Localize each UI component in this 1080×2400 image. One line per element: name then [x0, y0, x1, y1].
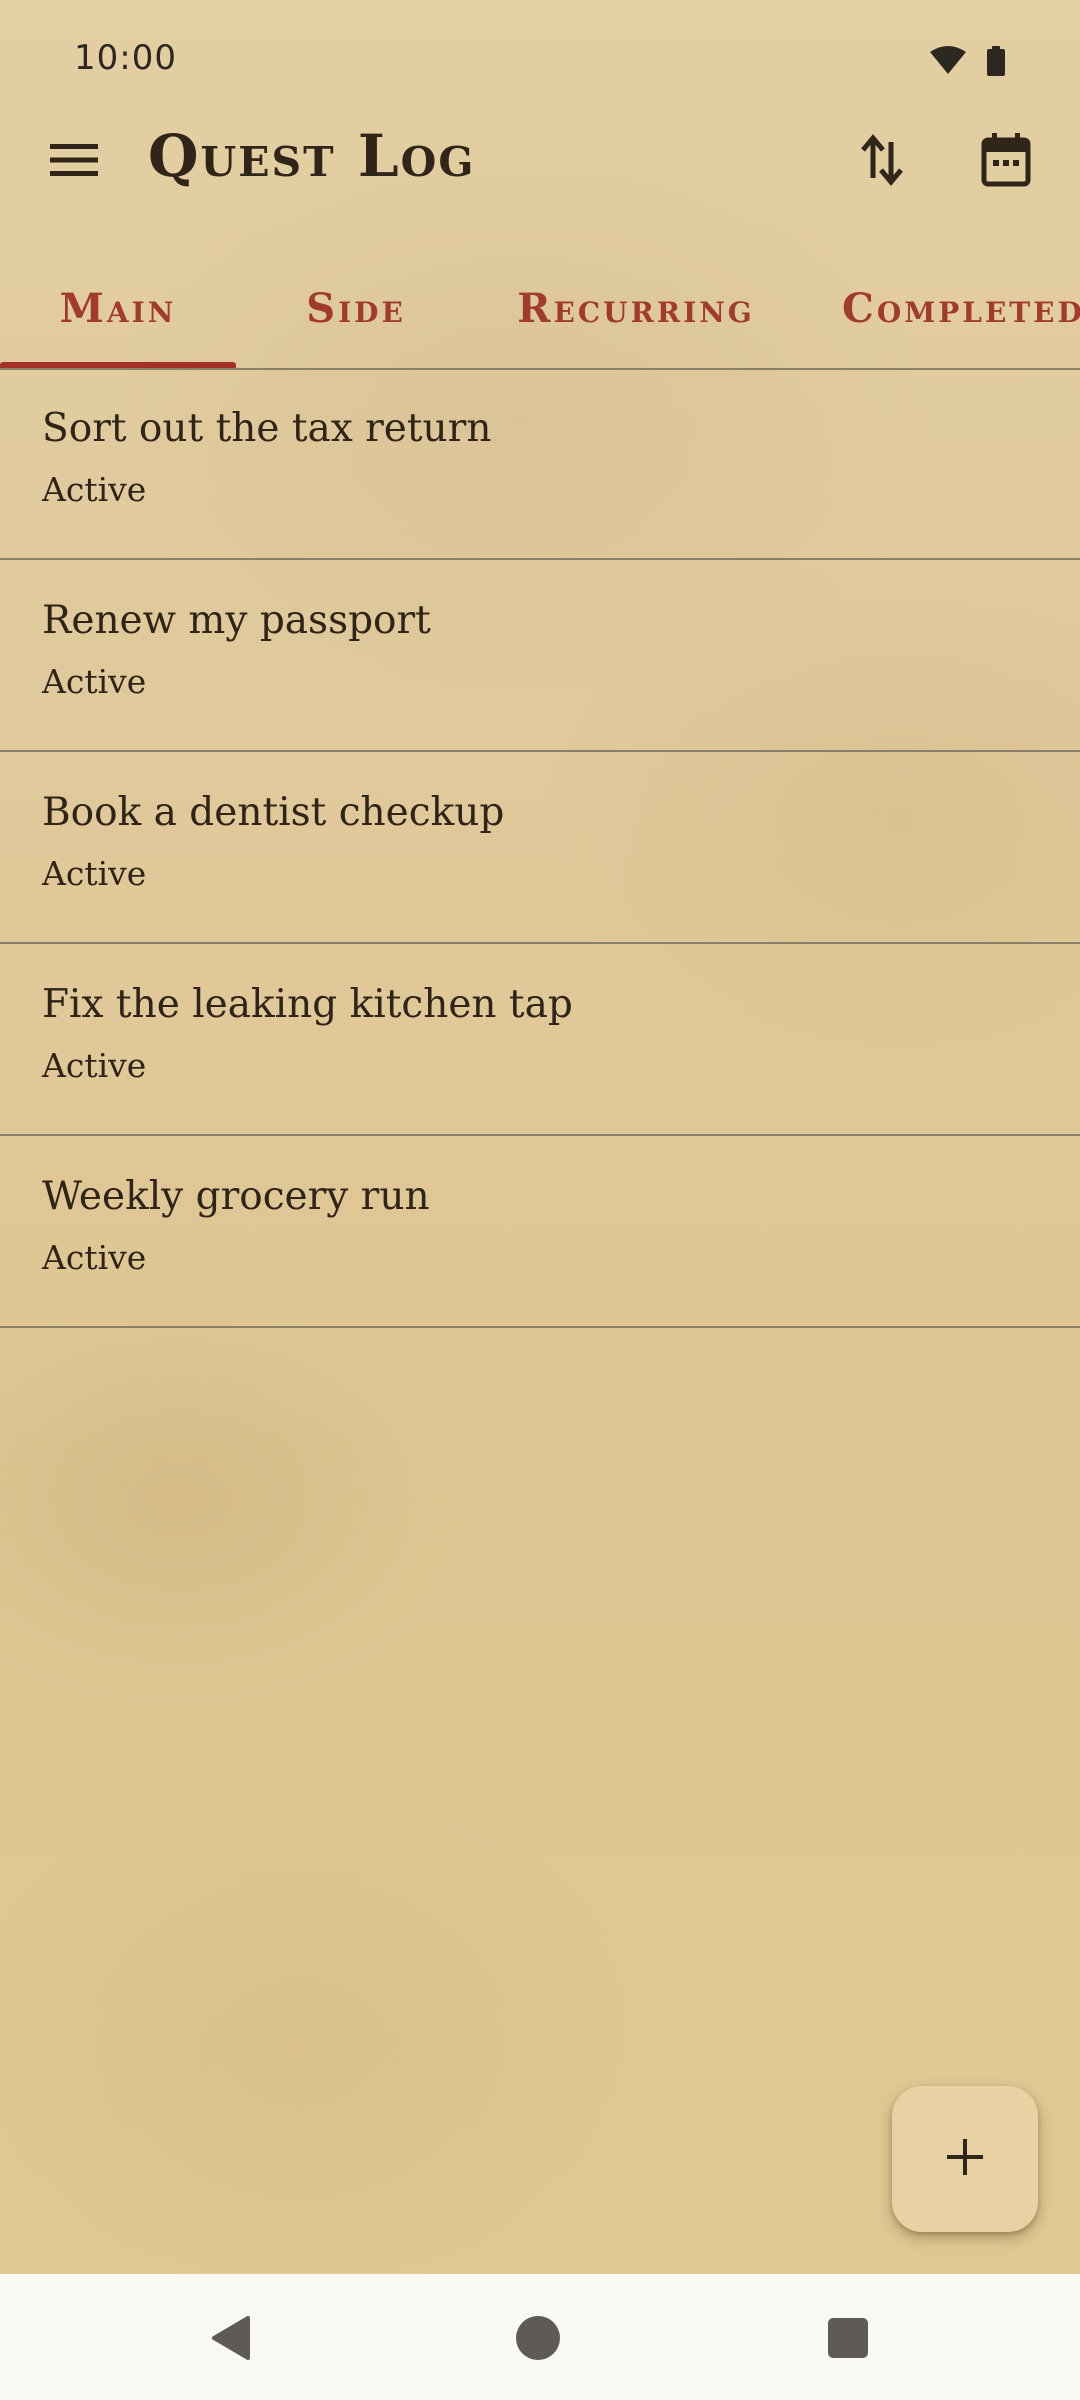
recents-icon [827, 2317, 869, 2363]
tab-bar: Main Side Recurring Completed [0, 250, 1080, 370]
wifi-icon [928, 46, 968, 80]
quest-status: Active [42, 662, 147, 701]
quest-title: Sort out the tax return [42, 406, 492, 451]
quest-status: Active [42, 470, 147, 509]
tab-recurring[interactable]: Recurring [476, 250, 796, 366]
quest-title: Renew my passport [42, 598, 431, 643]
menu-icon [48, 142, 100, 182]
status-icons [928, 46, 1006, 80]
home-icon [515, 2315, 561, 2365]
list-item[interactable]: Sort out the tax return Active [0, 368, 1080, 560]
tab-main[interactable]: Main [0, 250, 236, 366]
quest-title: Fix the leaking kitchen tap [42, 982, 573, 1027]
nav-back-button[interactable] [202, 2312, 258, 2368]
sort-icon [857, 132, 907, 192]
list-item[interactable]: Fix the leaking kitchen tap Active [0, 944, 1080, 1136]
plus-icon [945, 2137, 985, 2181]
system-nav-bar [0, 2274, 1080, 2400]
quest-list: Sort out the tax return Active Renew my … [0, 368, 1080, 1328]
list-item[interactable]: Book a dentist checkup Active [0, 752, 1080, 944]
page-title: Quest Log [148, 122, 476, 190]
nav-recents-button[interactable] [820, 2312, 876, 2368]
status-bar: 10:00 [0, 0, 1080, 120]
tab-completed[interactable]: Completed [810, 250, 1080, 366]
tab-side[interactable]: Side [236, 250, 476, 366]
nav-home-button[interactable] [510, 2312, 566, 2368]
battery-icon [986, 46, 1006, 80]
quest-status: Active [42, 854, 147, 893]
back-icon [208, 2314, 252, 2366]
calendar-icon [980, 132, 1032, 192]
quest-status: Active [42, 1046, 147, 1085]
list-item[interactable]: Renew my passport Active [0, 560, 1080, 752]
quest-title: Book a dentist checkup [42, 790, 505, 835]
quest-title: Weekly grocery run [42, 1174, 430, 1219]
sort-button[interactable] [850, 130, 914, 194]
quest-status: Active [42, 1238, 147, 1277]
menu-button[interactable] [44, 132, 104, 192]
status-time: 10:00 [74, 38, 177, 78]
app-bar: Quest Log [0, 110, 1080, 210]
list-item[interactable]: Weekly grocery run Active [0, 1136, 1080, 1328]
add-quest-button[interactable] [892, 2086, 1038, 2232]
calendar-button[interactable] [974, 130, 1038, 194]
